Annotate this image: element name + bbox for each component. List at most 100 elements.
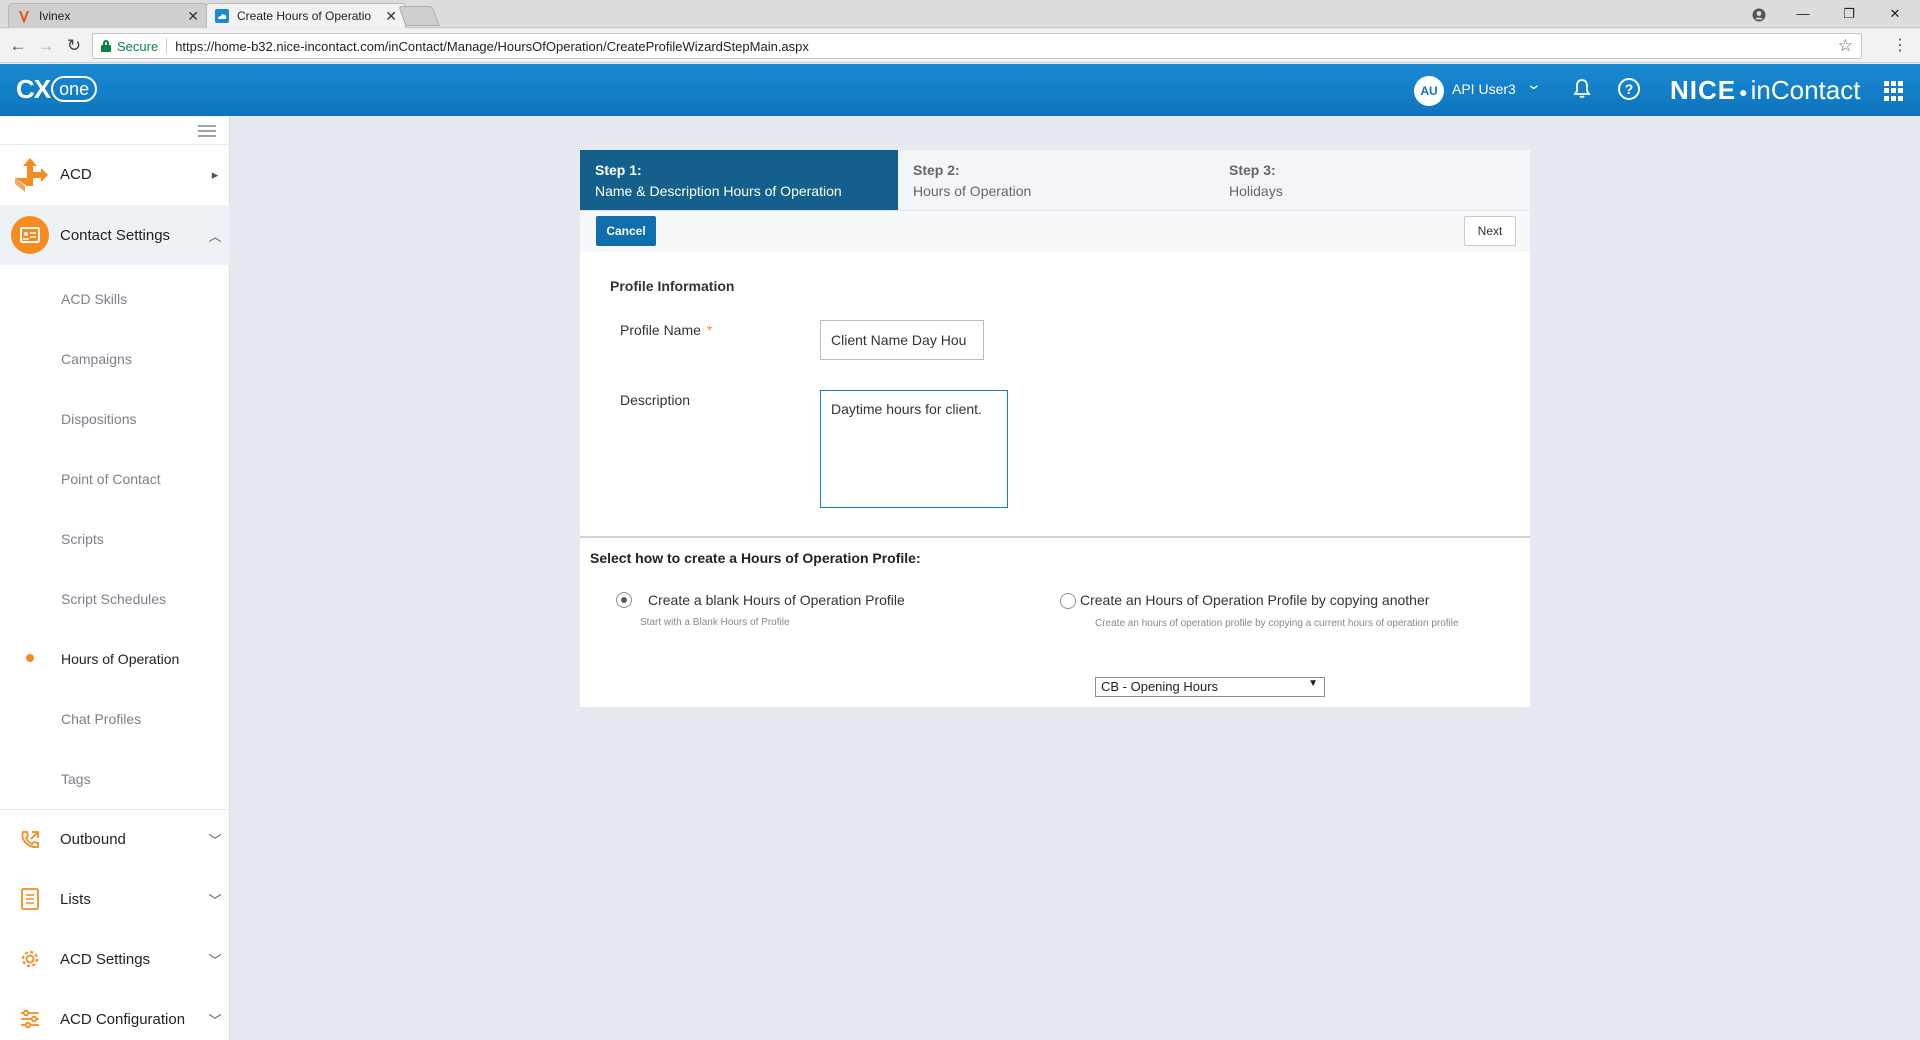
copy-select-value: CB - Opening Hours [1101,679,1219,694]
chevron-up-icon: ︿ [208,228,222,244]
copy-profile-radio[interactable] [1060,593,1076,609]
profile-icon[interactable] [1736,2,1782,26]
browser-tab-bar: Ivinex ✕ Create Hours of Operatio ✕ — ❐ … [0,0,1920,28]
dropdown-arrow-icon: ▼ [1308,678,1318,689]
reload-icon[interactable]: ↻ [62,34,86,58]
sidebar-item-point-of-contact[interactable]: Point of Contact [0,449,230,509]
url-separator [166,38,168,54]
user-name[interactable]: API User3 [1452,81,1516,97]
browser-tab-create-hours[interactable]: Create Hours of Operatio ✕ [206,3,406,28]
hours-of-operation-wizard: Step 1: Name & Description Hours of Oper… [580,150,1530,707]
copy-profile-help: Create an hours of operation profile by … [1095,618,1459,629]
restore-icon[interactable]: ❐ [1826,2,1872,26]
step-label: Hours of Operation [913,183,1032,199]
bookmark-star-icon[interactable]: ☆ [1838,36,1853,56]
back-arrow-icon[interactable]: ← [6,34,30,58]
sidebar-item-hours-of-operation[interactable]: Hours of Operation [0,629,230,689]
brand-nice: NICE [1670,75,1737,105]
wizard-steps: Step 1: Name & Description Hours of Oper… [580,150,1530,210]
next-button[interactable]: Next [1464,216,1516,246]
chevron-down-icon: ﹀ [208,892,222,908]
sidebar-item-acd[interactable]: ACD ▸ [0,144,230,204]
sidebar-label: Lists [60,890,91,908]
sidebar-item-campaigns[interactable]: Campaigns [0,329,230,389]
sidebar-item-acd-settings[interactable]: ACD Settings ﹀ [0,929,230,989]
bell-icon[interactable] [1570,77,1594,101]
blank-profile-help: Start with a Blank Hours of Profile [640,617,790,628]
sidebar-item-outbound[interactable]: Outbound ﹀ [0,809,230,869]
chevron-down-icon: ﹀ [208,952,222,968]
create-method-heading: Select how to create a Hours of Operatio… [590,550,921,566]
sidebar-item-script-schedules[interactable]: Script Schedules [0,569,230,629]
gear-icon [0,929,60,989]
caret-right-icon: ▸ [211,166,219,182]
window-close-icon[interactable]: ✕ [1872,2,1918,26]
sidebar-item-acd-skills[interactable]: ACD Skills [0,269,230,329]
profile-name-input[interactable] [820,320,984,360]
sidebar-label: ACD Configuration [60,1010,186,1028]
browser-tab-ivinex[interactable]: Ivinex ✕ [8,3,208,28]
step-label: Holidays [1229,183,1283,199]
sidebar-label: Outbound [60,831,126,848]
forward-arrow-icon[interactable]: → [34,34,58,58]
sidebar-item-dispositions[interactable]: Dispositions [0,389,230,449]
close-icon[interactable]: ✕ [187,8,199,25]
blank-profile-label[interactable]: Create a blank Hours of Operation Profil… [648,592,905,608]
step-number: Step 3: [1229,162,1276,178]
copy-profile-label[interactable]: Create an Hours of Operation Profile by … [1080,592,1429,608]
contact-card-icon [0,205,60,265]
logo-one-text: one [51,76,98,102]
browser-menu-icon[interactable]: ⋮ [1892,35,1908,55]
app-grid-icon[interactable] [1884,81,1904,101]
sidebar-item-tags[interactable]: Tags [0,749,230,809]
wizard-step-2[interactable]: Step 2: Hours of Operation [898,150,1214,210]
step-number: Step 2: [913,162,960,178]
profile-information-heading: Profile Information [610,278,735,294]
chevron-down-icon: ﹀ [208,1012,222,1028]
step-label: Name & Description Hours of Operation [595,183,842,199]
list-icon [0,869,60,929]
help-icon[interactable]: ? [1618,78,1640,100]
phone-outbound-icon [0,810,60,870]
sidebar-item-scripts[interactable]: Scripts [0,509,230,569]
sidebar-item-lists[interactable]: Lists ﹀ [0,869,230,929]
description-textarea[interactable]: Daytime hours for client. [820,390,1008,508]
step-number: Step 1: [595,162,642,178]
copy-profile-select[interactable]: CB - Opening Hours ▼ [1095,677,1325,697]
minimize-icon[interactable]: — [1780,2,1826,26]
tab-title: Create Hours of Operatio [237,9,372,23]
required-asterisk: * [706,322,713,338]
sidebar-item-chat-profiles[interactable]: Chat Profiles [0,689,230,749]
new-tab-button[interactable] [398,6,440,26]
ivinex-favicon-icon [18,10,30,23]
brand-incontact: inContact [1750,75,1861,105]
acd-arrows-icon [0,145,60,205]
profile-name-label: Profile Name * [620,322,712,338]
tab-title: Ivinex [39,9,71,23]
wizard-step-1[interactable]: Step 1: Name & Description Hours of Oper… [580,150,898,210]
close-icon[interactable]: ✕ [385,8,397,25]
address-bar: ← → ↻ Secure https://home-b32.nice-incon… [0,29,1920,63]
url-text[interactable]: https://home-b32.nice-incontact.com/inCo… [175,39,809,54]
profile-name-label-text: Profile Name [620,322,701,338]
description-label: Description [620,392,691,408]
wizard-step-3[interactable]: Step 3: Holidays [1214,150,1530,210]
sidebar: ACD ▸ Contact Settings ︿ ACD Skills Camp… [0,116,230,1040]
sidebar-item-acd-configuration[interactable]: ACD Configuration ﹀ [0,989,230,1040]
section-divider [580,536,1530,538]
avatar[interactable]: AU [1414,76,1444,106]
hamburger-menu-icon[interactable] [198,122,216,138]
sidebar-item-contact-settings[interactable]: Contact Settings ︿ [0,205,230,265]
wizard-actions-bar: Cancel Next [580,210,1530,252]
logo-cx-text: CX [16,73,51,104]
sidebar-label: ACD Settings [60,950,151,968]
url-field[interactable]: Secure https://home-b32.nice-incontact.c… [92,33,1862,59]
cxone-logo[interactable]: CX one [16,73,98,105]
sidebar-label: Contact Settings [60,226,171,244]
sidebar-label: ACD [60,166,92,183]
cancel-button[interactable]: Cancel [596,216,656,246]
blank-profile-radio[interactable] [616,592,632,608]
chevron-down-icon[interactable]: ⌄ [1526,76,1542,93]
sliders-icon [0,989,60,1040]
nice-incontact-logo: NICE ● inContact [1670,75,1861,105]
